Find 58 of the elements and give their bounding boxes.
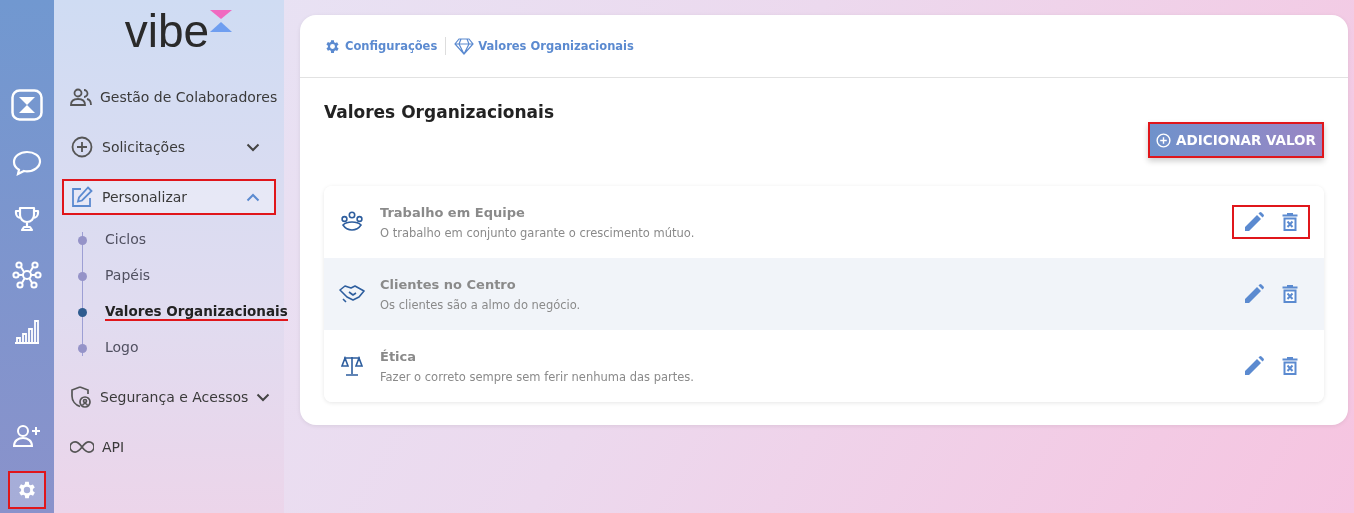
pencil-icon [1244, 356, 1264, 376]
edit-button[interactable] [1242, 210, 1266, 234]
network-nodes-icon [12, 261, 42, 289]
diamond-icon [454, 37, 475, 55]
hourglass-logo-icon [11, 89, 43, 121]
brand-logo: vibe [124, 8, 210, 54]
team-icon [340, 211, 364, 233]
edit-button[interactable] [1242, 354, 1266, 378]
infinity-icon [70, 440, 94, 454]
logo-mark-icon [209, 10, 234, 32]
value-description: O trabalho em conjunto garante o crescimento mútuo. [380, 225, 696, 240]
chevron-down-icon [256, 392, 271, 402]
trophy-icon [13, 205, 41, 233]
add-user-icon [13, 424, 41, 448]
subnav-item[interactable]: Valores Organizacionais [76, 294, 288, 330]
value-row[interactable]: Ética Fazer o correto sempre sem ferir nenhuma das partes. [324, 330, 1324, 402]
value-title: Trabalho em Equipe [380, 204, 526, 220]
people-icon [70, 88, 92, 106]
nav-item[interactable]: Gestão de Colaboradores [62, 79, 276, 115]
nav-item[interactable]: Segurança e Acessos [62, 379, 276, 415]
page-title: Valores Organizacionais [324, 102, 555, 122]
shield-user-icon [70, 386, 92, 408]
rail-button[interactable] [8, 471, 46, 509]
settings-icon [16, 479, 38, 501]
value-row[interactable]: Trabalho em Equipe O trabalho em conjunto garante o crescimento mútuo. [324, 186, 1324, 258]
subnav-item[interactable]: Logo [76, 330, 139, 366]
nav-item[interactable]: API [62, 429, 276, 465]
subnav-item[interactable]: Papéis [76, 258, 151, 294]
delete-button[interactable] [1280, 210, 1300, 234]
value-title: Clientes no Centro [380, 276, 517, 292]
subnav-item[interactable]: Ciclos [76, 222, 147, 258]
nav-item[interactable]: Personalizar [62, 179, 276, 215]
breadcrumb-link[interactable]: Valores Organizacionais [454, 37, 634, 55]
edit-button[interactable] [1242, 282, 1266, 306]
value-row[interactable]: Clientes no Centro Os clientes são a almo do negócio. [324, 258, 1324, 330]
trash-icon [1282, 356, 1298, 376]
add-value-button[interactable]: ADICIONAR VALOR [1148, 122, 1324, 158]
chat-bubble-icon [12, 150, 42, 176]
chevron-up-icon [246, 192, 260, 202]
edit-square-icon [71, 186, 93, 208]
trash-icon [1282, 284, 1298, 304]
chevron-down-icon [246, 142, 260, 152]
value-description: Os clientes são a almo do negócio. [380, 297, 582, 312]
pencil-icon [1244, 284, 1264, 304]
pencil-icon [1244, 212, 1264, 232]
add-circle-icon [1156, 132, 1172, 148]
value-description: Fazer o correto sempre sem ferir nenhuma das partes. [380, 369, 695, 384]
handshake-icon [339, 284, 365, 304]
delete-button[interactable] [1280, 282, 1300, 306]
delete-button[interactable] [1280, 354, 1300, 378]
trash-icon [1282, 212, 1298, 232]
settings-icon [324, 37, 341, 55]
add-circle-icon [71, 136, 93, 158]
breadcrumb-link[interactable]: Configurações [324, 37, 438, 55]
balance-scale-icon [340, 355, 364, 377]
nav-item[interactable]: Solicitações [62, 129, 276, 165]
value-title: Ética [380, 348, 418, 364]
bar-chart-icon [14, 318, 40, 344]
